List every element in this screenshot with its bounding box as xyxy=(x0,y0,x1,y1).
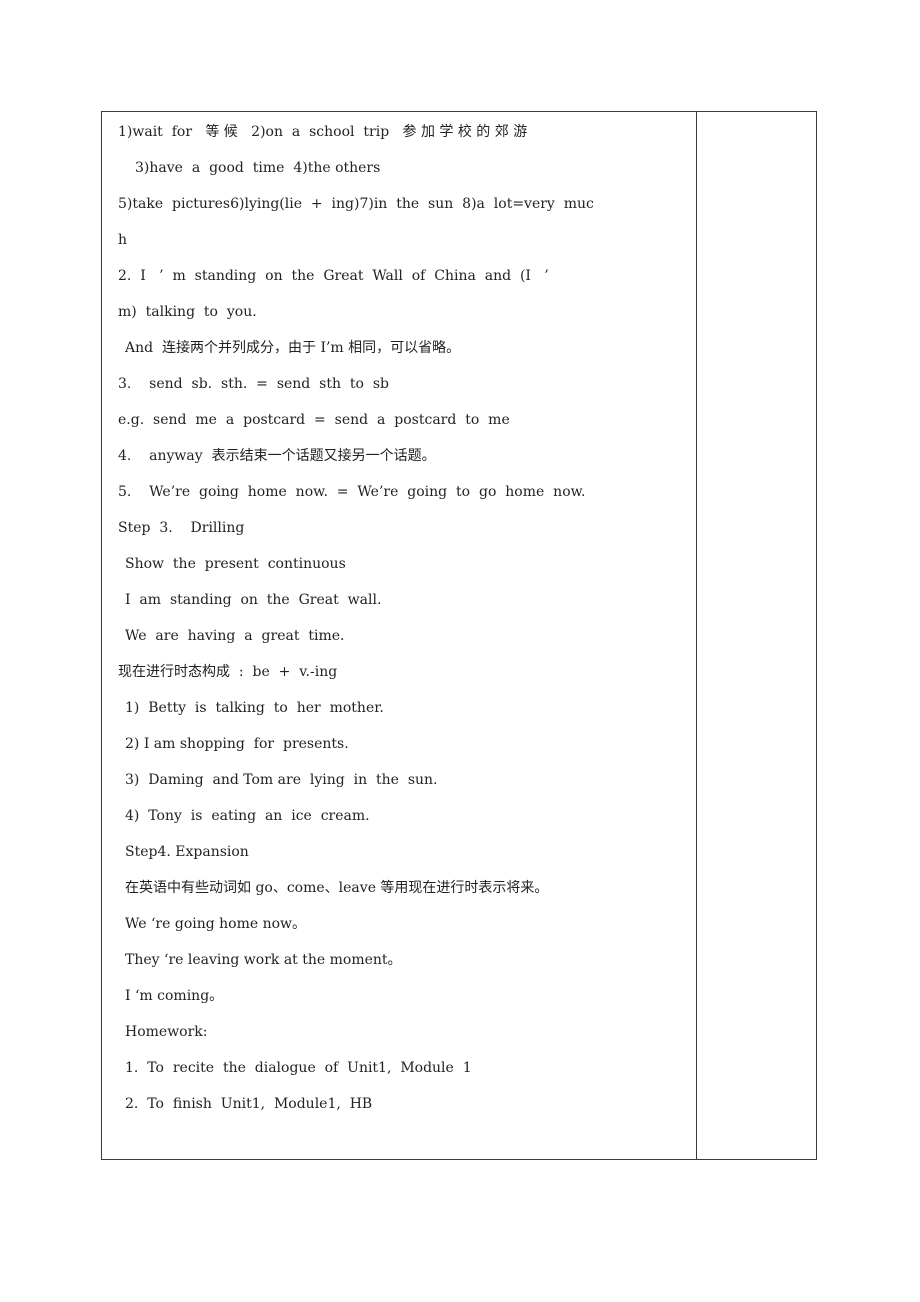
lesson-content-cell: 1)wait for 等 候 2)on a school trip 参 加 学 … xyxy=(102,112,696,1159)
practice-item-1: 1) Betty is talking to her mother. xyxy=(125,700,384,716)
note-2-line-2: m) talking to you. xyxy=(118,304,257,320)
homework-heading: Homework: xyxy=(125,1024,208,1040)
note-3-example: e.g. send me a postcard = send a postcar… xyxy=(118,412,510,428)
drilling-example-2: We are having a great time. xyxy=(125,628,345,644)
drilling-intro: Show the present continuous xyxy=(125,556,346,572)
note-5: 5. We’re going home now. = We’re going t… xyxy=(118,484,586,500)
vocab-line-3: 5)take pictures6)lying(lie + ing)7)in th… xyxy=(118,196,594,212)
practice-item-4: 4) Tony is eating an ice cream. xyxy=(125,808,370,824)
homework-item-2: 2. To finish Unit1, Module1, HB xyxy=(125,1096,373,1112)
vocab-line-2: 3)have a good time 4)the others xyxy=(135,160,381,176)
homework-item-1: 1. To recite the dialogue of Unit1, Modu… xyxy=(125,1060,472,1076)
step-4-heading: Step4. Expansion xyxy=(125,844,249,860)
expansion-example-3: I ‘m coming。 xyxy=(125,988,224,1004)
practice-item-3: 3) Daming and Tom are lying in the sun. xyxy=(125,772,438,788)
step-3-heading: Step 3. Drilling xyxy=(118,520,245,536)
present-continuous-rule: 现在进行时态构成 : be + v.-ing xyxy=(118,664,338,680)
vocab-line-1: 1)wait for 等 候 2)on a school trip 参 加 学 … xyxy=(118,124,528,140)
notes-cell xyxy=(697,112,816,1159)
expansion-example-1: We ‘re going home now。 xyxy=(125,916,307,932)
lesson-table: 1)wait for 等 候 2)on a school trip 参 加 学 … xyxy=(101,111,817,1160)
note-3: 3. send sb. sth. = send sth to sb xyxy=(118,376,389,392)
expansion-example-2: They ‘re leaving work at the moment。 xyxy=(125,952,402,968)
practice-item-2: 2) I am shopping for presents. xyxy=(125,736,349,752)
note-4: 4. anyway 表示结束一个话题又接另一个话题。 xyxy=(118,448,436,464)
vocab-line-4: h xyxy=(118,232,128,248)
drilling-example-1: I am standing on the Great wall. xyxy=(125,592,382,608)
note-2-explanation: And 连接两个并列成分，由于 I’m 相同，可以省略。 xyxy=(125,340,461,356)
note-2-line-1: 2. I ’ m standing on the Great Wall of C… xyxy=(118,268,549,284)
expansion-rule: 在英语中有些动词如 go、come、leave 等用现在进行时表示将来。 xyxy=(125,880,549,896)
